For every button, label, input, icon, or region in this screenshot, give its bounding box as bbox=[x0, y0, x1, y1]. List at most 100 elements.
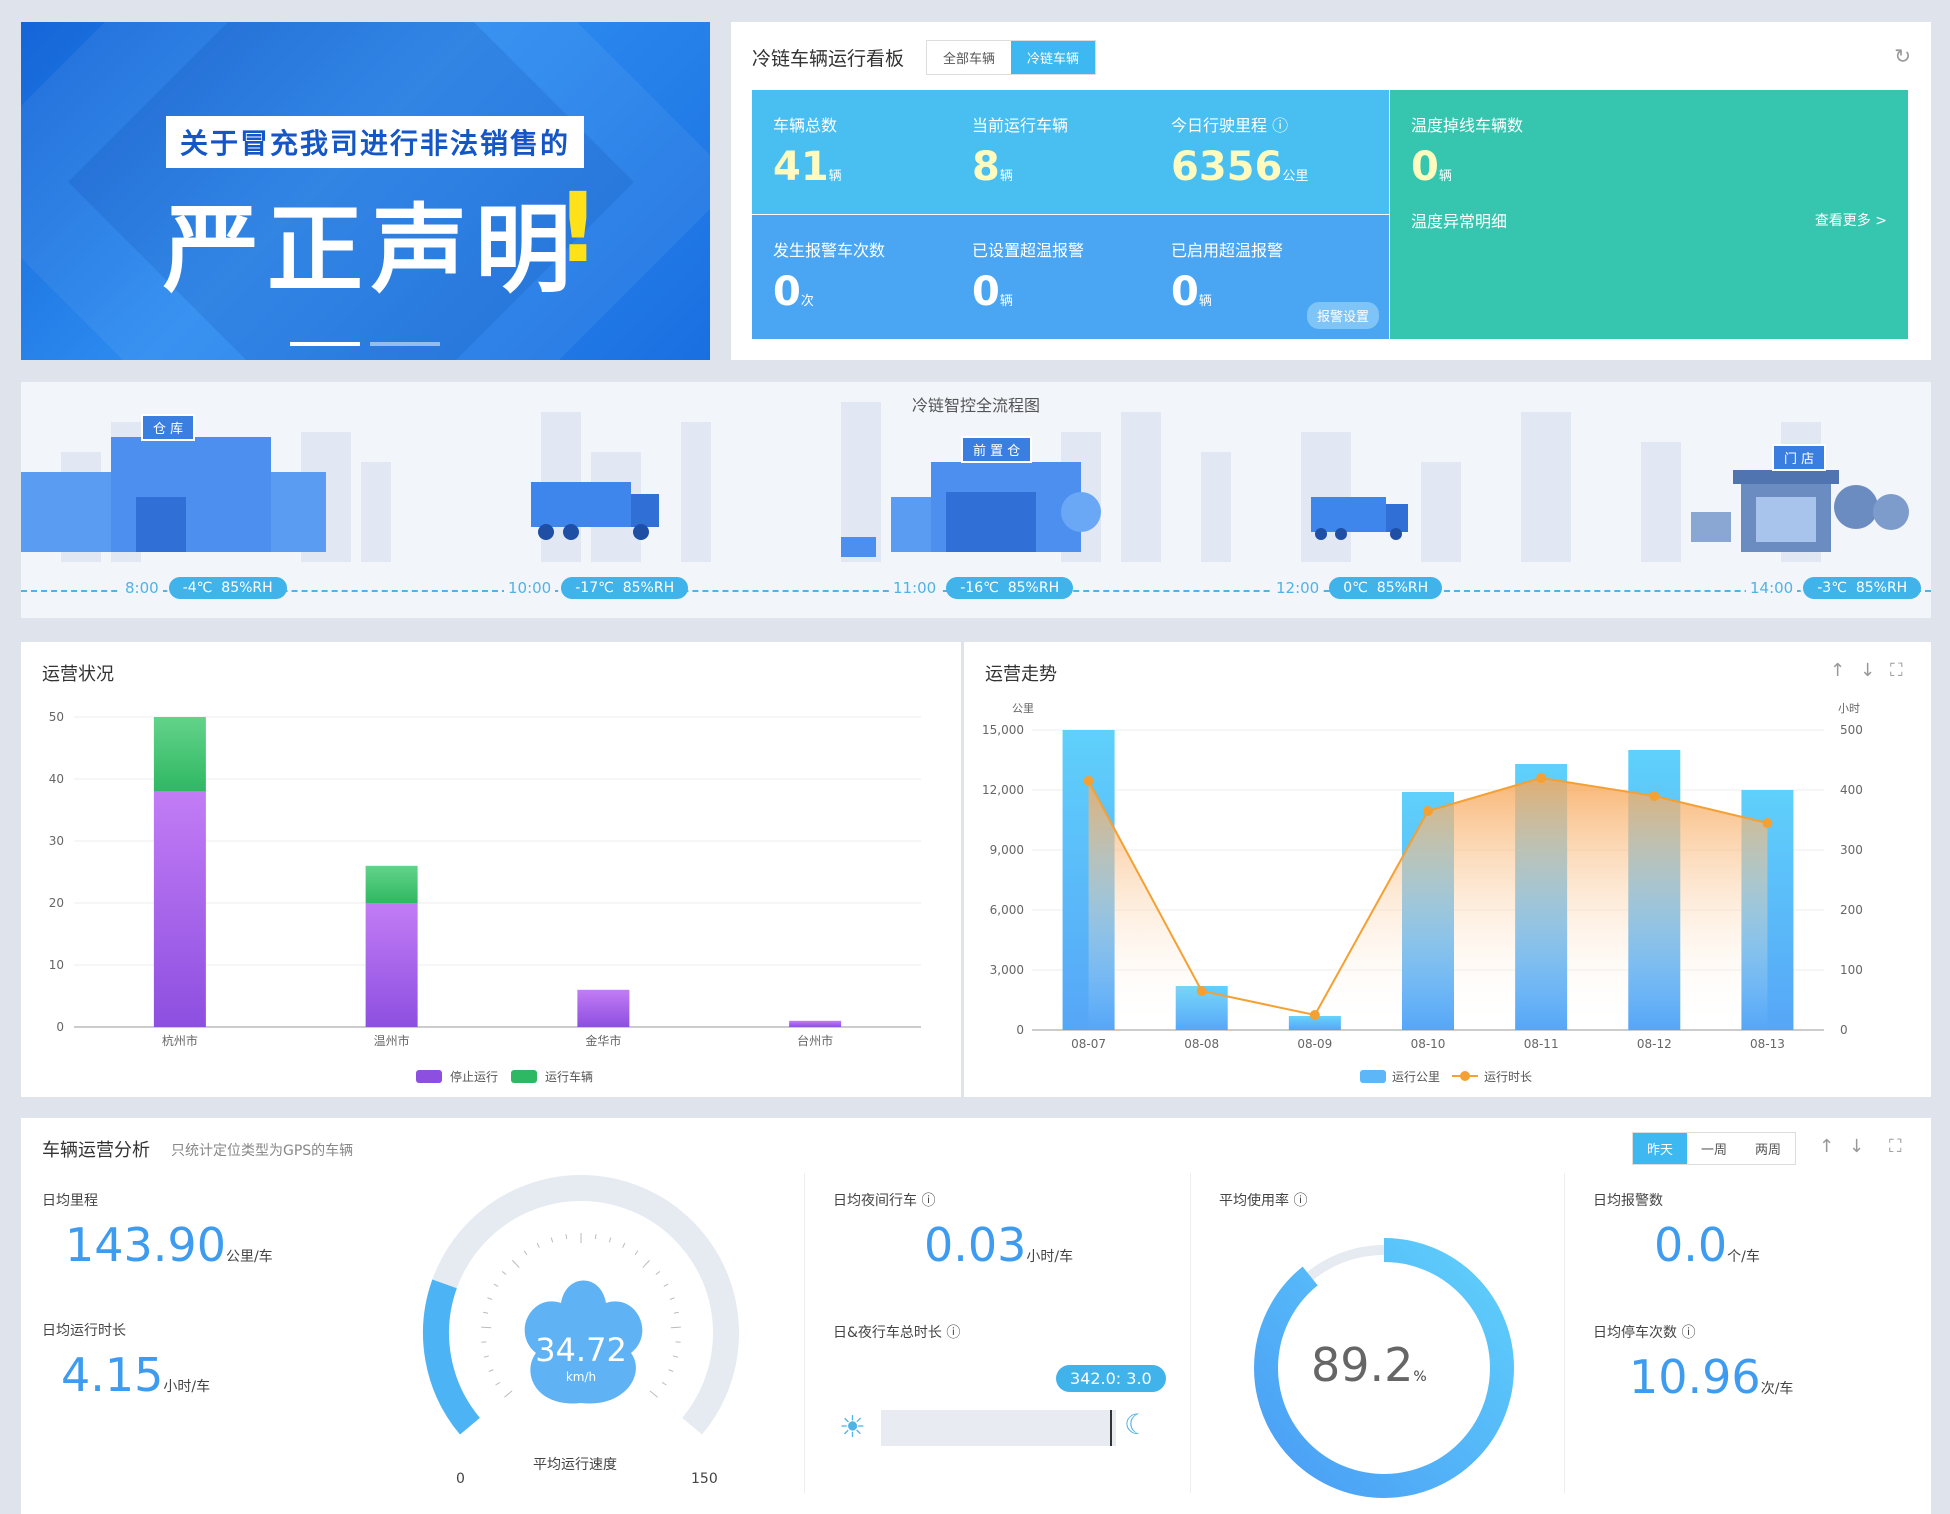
stat-number: 0 bbox=[1171, 269, 1199, 315]
stat-number: 0 bbox=[972, 269, 1000, 315]
stat-label: 车辆总数 bbox=[773, 116, 838, 135]
gauge-tick bbox=[487, 1297, 493, 1300]
gauge-tick bbox=[649, 1390, 658, 1398]
y-tick-label-right: 400 bbox=[1840, 783, 1863, 797]
runtime-point bbox=[1309, 1010, 1320, 1020]
temperature-panel: 温度掉线车辆数 0辆 温度异常明细 查看更多 > bbox=[1390, 90, 1908, 339]
gauge-min: 0 bbox=[456, 1471, 465, 1487]
operations-trend-card: 运营走势 ↑ ↓ ⛶ 公里 小时 0 0 3,000 100 6,000 200 9,000 30… bbox=[964, 642, 1931, 1097]
arrow-up-icon[interactable]: ↑ bbox=[1819, 1136, 1834, 1157]
flow-point-3: 11:00 -16℃ 85%RH bbox=[889, 577, 1074, 599]
arrow-down-icon[interactable]: ↓ bbox=[1849, 1136, 1864, 1157]
y-tick-label-left: 3,000 bbox=[990, 963, 1024, 977]
stat-unit: 辆 bbox=[1438, 169, 1452, 184]
runtime-point bbox=[1083, 776, 1094, 786]
see-more-link[interactable]: 查看更多 > bbox=[1815, 210, 1887, 230]
flow-time: 12:00 bbox=[1272, 579, 1324, 597]
gauge-tick bbox=[642, 1259, 650, 1268]
y-tick-label-left: 12,000 bbox=[982, 783, 1024, 797]
stat-number: 0 bbox=[773, 269, 801, 315]
stat-label: 当前运行车辆 bbox=[972, 116, 1069, 135]
legend-marker bbox=[1460, 1071, 1470, 1081]
gauge-fill bbox=[423, 1279, 481, 1435]
flow-title: 冷链智控全流程图 bbox=[911, 396, 1040, 415]
gauge-tick bbox=[483, 1311, 489, 1314]
vehicle-tabs: 全部车辆 冷链车辆 bbox=[926, 40, 1097, 75]
stat-temp-offline: 温度掉线车辆数 0辆 bbox=[1411, 112, 1523, 190]
stat-running-vehicles: 当前运行车辆 8辆 bbox=[972, 112, 1068, 190]
gauge-tick bbox=[668, 1369, 674, 1372]
stat-value: 8辆 bbox=[972, 144, 1068, 190]
stat-label: 已设置超温报警 bbox=[972, 241, 1085, 260]
flow-point-4: 12:00 0℃ 85%RH bbox=[1272, 577, 1443, 599]
stat-unit: 辆 bbox=[999, 169, 1013, 184]
carousel-dot-2[interactable] bbox=[370, 342, 440, 346]
tab-cold-chain[interactable]: 冷链车辆 bbox=[1011, 41, 1096, 74]
day-night-bar bbox=[881, 1410, 1116, 1446]
vehicle-analysis-card: 车辆运营分析 只统计定位类型为GPS的车辆 昨天 一周 两周 ↑ ↓ ⛶ 日均里… bbox=[21, 1118, 1931, 1514]
daily-runtime-label: 日均运行时长 bbox=[42, 1323, 126, 1339]
ops-chart: 0 10 20 30 40 50 杭州市 温州市 金华市 台州市停止运行 运行车辆 bbox=[49, 710, 921, 1084]
fullscreen-icon[interactable]: ⛶ bbox=[1889, 1136, 1902, 1157]
divider bbox=[804, 1173, 805, 1493]
flow-reading: -16℃ 85%RH bbox=[946, 577, 1074, 599]
runtime-point bbox=[1649, 791, 1660, 801]
gauge-tick bbox=[550, 1237, 554, 1243]
metric-number: 89.2 bbox=[1311, 1338, 1414, 1392]
gauge-tick bbox=[669, 1297, 675, 1300]
store-sign: 门 店 bbox=[1772, 444, 1827, 471]
flow-reading: -3℃ 85%RH bbox=[1803, 577, 1922, 599]
legend-swatch bbox=[1360, 1070, 1386, 1083]
flow-time: 11:00 bbox=[889, 579, 941, 597]
tab-all-vehicles[interactable]: 全部车辆 bbox=[927, 41, 1012, 74]
flow-rh: 85%RH bbox=[1855, 580, 1908, 596]
range-tabs: 昨天 一周 两周 bbox=[1632, 1132, 1797, 1165]
y-axis-label-left: 公里 bbox=[1012, 702, 1034, 715]
stat-number: 6356 bbox=[1171, 144, 1283, 190]
flow-reading: -4℃ 85%RH bbox=[168, 577, 287, 599]
gauge-tick bbox=[504, 1390, 513, 1398]
metric-number: 0.03 bbox=[924, 1218, 1027, 1272]
tab-one-week[interactable]: 一周 bbox=[1687, 1133, 1742, 1164]
gauge-unit: km/h bbox=[566, 1370, 596, 1384]
stat-number: 41 bbox=[773, 144, 829, 190]
x-tick-label: 金华市 bbox=[585, 1033, 621, 1048]
bar-stopped bbox=[577, 989, 630, 1027]
x-tick-label: 08-11 bbox=[1524, 1037, 1559, 1051]
x-tick-label: 08-09 bbox=[1297, 1037, 1332, 1051]
legend-label: 运行时长 bbox=[1484, 1070, 1532, 1084]
divider bbox=[1564, 1173, 1565, 1493]
refresh-icon[interactable]: ↻ bbox=[1894, 44, 1911, 68]
gauge-tick bbox=[488, 1369, 494, 1372]
banner-headline: 严正声明 bbox=[163, 194, 579, 306]
stat-overtemp-set: 已设置超温报警 0辆 bbox=[972, 237, 1084, 315]
gauge-tick bbox=[673, 1355, 679, 1358]
gauge-tick bbox=[501, 1271, 507, 1275]
carousel-dot-1[interactable] bbox=[290, 342, 360, 346]
y-tick-label: 10 bbox=[49, 958, 64, 972]
sun-icon: ☀ bbox=[839, 1410, 866, 1445]
night-driving-label: 日均夜间行车 ⓘ bbox=[833, 1193, 936, 1209]
announcement-banner[interactable]: 关于冒充我司进行非法销售的 严正声明 ! bbox=[21, 22, 710, 360]
metric-unit: % bbox=[1413, 1369, 1427, 1385]
daily-stops-label: 日均停车次数 ⓘ bbox=[1593, 1325, 1696, 1341]
stat-value: 41辆 bbox=[773, 144, 842, 190]
y-axis-label-right: 小时 bbox=[1838, 702, 1860, 715]
flow-time: 10:00 bbox=[504, 579, 556, 597]
flow-rh: 85%RH bbox=[1007, 580, 1060, 596]
stat-number: 0 bbox=[1411, 144, 1439, 190]
vehicle-board: 冷链车辆运行看板 全部车辆 冷链车辆 ↻ 车辆总数 41辆 当前运行车辆 8辆 … bbox=[731, 22, 1931, 360]
moon-icon: ☾ bbox=[1124, 1408, 1150, 1441]
tab-yesterday[interactable]: 昨天 bbox=[1633, 1133, 1688, 1164]
tab-two-weeks[interactable]: 两周 bbox=[1741, 1133, 1796, 1164]
stat-value: 0辆 bbox=[1411, 144, 1523, 190]
gauge-tick bbox=[512, 1259, 520, 1268]
bar-running bbox=[365, 865, 418, 903]
night-driving-value: 0.03小时/车 bbox=[924, 1218, 1073, 1272]
stat-number: 8 bbox=[972, 144, 1000, 190]
alarm-settings-button[interactable]: 报警设置 bbox=[1306, 302, 1379, 329]
y-tick-label: 30 bbox=[49, 834, 64, 848]
gauge-tick bbox=[622, 1242, 626, 1248]
daily-mileage-value: 143.90公里/车 bbox=[65, 1218, 273, 1272]
gauge-tick bbox=[565, 1234, 568, 1240]
